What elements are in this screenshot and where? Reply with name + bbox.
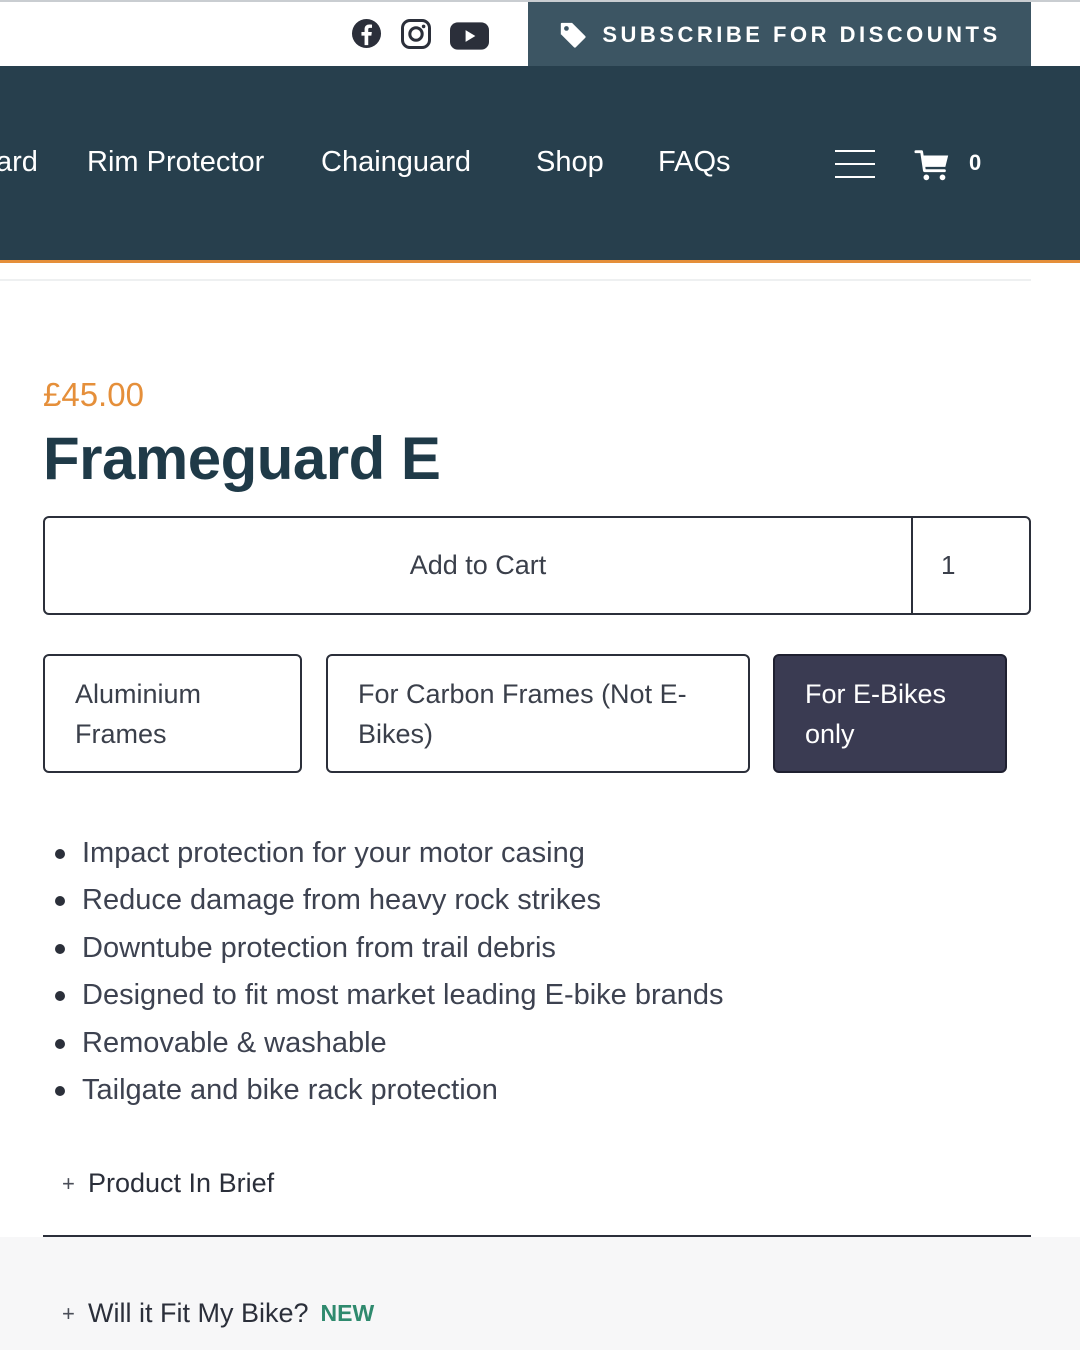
nav-item-rim-protector[interactable]: Rim Protector (87, 146, 264, 179)
list-item: Removable & washable (55, 1020, 724, 1067)
list-item: Downtube protection from trail debris (55, 925, 724, 972)
plus-icon: + (62, 1300, 75, 1326)
list-item: Tailgate and bike rack protection (55, 1067, 724, 1114)
divider (0, 279, 1031, 281)
option-e-bikes[interactable]: For E-Bikes only (773, 654, 1007, 773)
nav-item-faqs[interactable]: FAQs (658, 146, 731, 179)
nav-item-partial[interactable]: ard (0, 146, 38, 179)
product-price: £45.00 (43, 376, 144, 413)
nav-item-shop[interactable]: Shop (536, 146, 604, 179)
plus-icon: + (62, 1170, 75, 1196)
add-to-cart-button[interactable]: Add to Cart (45, 518, 911, 613)
youtube-icon[interactable] (450, 22, 489, 50)
nav-item-chainguard[interactable]: Chainguard (321, 146, 471, 179)
tag-icon (561, 22, 586, 48)
cart-icon[interactable] (914, 146, 952, 189)
facebook-icon[interactable] (351, 18, 382, 49)
cart-count: 0 (969, 150, 982, 175)
list-item: Designed to fit most market leading E-bi… (55, 972, 724, 1019)
accordion-label: Will it Fit My Bike? (88, 1298, 309, 1328)
lower-section (0, 1237, 1080, 1350)
top-bar: SUBSCRIBE FOR DISCOUNTS (0, 0, 1080, 68)
subscribe-label: SUBSCRIBE FOR DISCOUNTS (602, 22, 1001, 47)
quantity-input[interactable]: 1 (911, 518, 1029, 613)
list-item: Reduce damage from heavy rock strikes (55, 877, 724, 924)
option-aluminium-frames[interactable]: Aluminium Frames (43, 654, 302, 773)
add-to-cart-row: Add to Cart 1 (43, 516, 1031, 615)
new-badge: NEW (320, 1300, 375, 1326)
accordion-label: Product In Brief (88, 1168, 275, 1198)
accordion-will-it-fit[interactable]: + Will it Fit My Bike? NEW (62, 1298, 374, 1329)
option-carbon-frames[interactable]: For Carbon Frames (Not E-Bikes) (326, 654, 750, 773)
list-item: Impact protection for your motor casing (55, 830, 724, 877)
hamburger-icon[interactable] (835, 150, 875, 178)
product-title: Frameguard E (43, 425, 441, 492)
feature-list: Impact protection for your motor casing … (55, 830, 724, 1114)
subscribe-button[interactable]: SUBSCRIBE FOR DISCOUNTS (528, 2, 1031, 68)
instagram-icon[interactable] (400, 18, 432, 50)
accordion-product-in-brief[interactable]: + Product In Brief (62, 1168, 274, 1199)
main-nav: ard Rim Protector Chainguard Shop FAQs 0 (0, 66, 1080, 263)
